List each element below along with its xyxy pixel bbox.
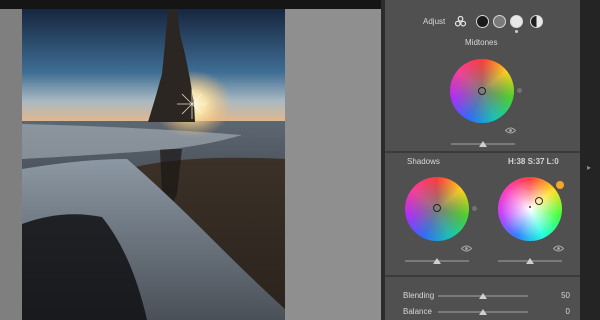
divider-bottom xyxy=(385,275,580,277)
shadows-circle-icon[interactable] xyxy=(476,15,489,28)
shadows-sidedot xyxy=(472,206,477,211)
collapse-panel-icon[interactable]: ▸ xyxy=(587,163,591,172)
highlights-readout: H:38 S:37 L:0 xyxy=(508,157,559,166)
blending-label: Blending xyxy=(403,291,435,300)
three-wheels-icon[interactable] xyxy=(454,15,467,28)
shadows-puck[interactable] xyxy=(433,204,441,212)
right-edge-strip: ▸ xyxy=(580,0,600,320)
balance-label: Balance xyxy=(403,307,432,316)
midtones-visibility-eye-icon[interactable] xyxy=(505,127,516,134)
highlights-circle-icon[interactable] xyxy=(510,15,523,28)
midtones-puck[interactable] xyxy=(478,87,486,95)
balance-thumb[interactable] xyxy=(479,309,487,315)
midtones-luminance-thumb[interactable] xyxy=(479,141,487,147)
highlights-visibility-eye-icon[interactable] xyxy=(553,245,564,252)
shadows-visibility-eye-icon[interactable] xyxy=(461,245,472,252)
highlights-puck[interactable] xyxy=(535,197,543,205)
mode-selection-dot xyxy=(515,30,518,33)
highlights-color-wheel[interactable] xyxy=(498,177,562,241)
shadows-luminance-thumb[interactable] xyxy=(433,258,441,264)
image-canvas[interactable] xyxy=(0,9,381,320)
midtones-label: Midtones xyxy=(465,38,498,47)
highlights-luminance-thumb[interactable] xyxy=(526,258,534,264)
blending-value[interactable]: 50 xyxy=(546,291,570,300)
highlights-color-swatch[interactable] xyxy=(556,181,564,189)
blending-thumb[interactable] xyxy=(479,293,487,299)
color-grading-panel: Adjust Midtones Shadows H:38 S:37 L:0 Bl… xyxy=(385,0,580,320)
adjust-label: Adjust xyxy=(423,17,446,26)
midtones-circle-icon[interactable] xyxy=(493,15,506,28)
shadows-label: Shadows xyxy=(407,157,440,166)
canvas-left-margin xyxy=(0,9,22,320)
global-circle-icon[interactable] xyxy=(530,15,543,28)
photo-preview[interactable] xyxy=(22,9,285,320)
balance-value[interactable]: 0 xyxy=(546,307,570,316)
divider-top xyxy=(385,151,580,153)
highlights-center-dot xyxy=(529,206,531,208)
midtones-sidedot xyxy=(517,88,522,93)
